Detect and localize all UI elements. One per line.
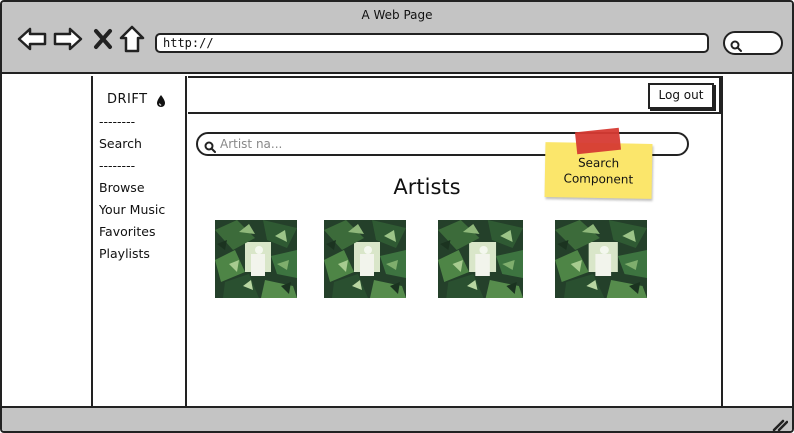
brand-name: DRIFT	[107, 92, 148, 107]
artist-image[interactable]	[215, 220, 297, 298]
page-right-margin	[724, 74, 792, 405]
forward-arrow-icon[interactable]	[51, 22, 85, 56]
resize-grip-icon[interactable]	[772, 416, 789, 431]
window-title: A Web Page	[361, 8, 433, 22]
search-placeholder: Artist na...	[220, 137, 283, 151]
sticky-note-text: Search Component	[545, 154, 653, 188]
sidebar: DRIFT -------- Search -------- Browse Yo…	[91, 76, 187, 407]
top-bar: Log out	[188, 76, 721, 114]
artist-image[interactable]	[555, 220, 647, 298]
sticky-note-line-2: Component	[563, 171, 634, 187]
browser-search-box[interactable]	[723, 31, 783, 55]
sidebar-item-playlists[interactable]: Playlists	[99, 246, 150, 261]
search-icon	[730, 37, 742, 56]
sidebar-divider: --------	[99, 114, 136, 129]
search-icon	[204, 138, 216, 157]
address-bar[interactable]: http://	[155, 33, 709, 53]
browser-window: A Web Page http:// DRIFT -------- Search…	[0, 0, 794, 433]
artist-image[interactable]	[324, 220, 406, 298]
tape-strip	[574, 127, 622, 155]
sidebar-item-your-music[interactable]: Your Music	[99, 202, 165, 217]
main-content: Log out Artist na... Artists	[188, 76, 723, 407]
status-bar	[2, 406, 792, 431]
sidebar-item-favorites[interactable]: Favorites	[99, 224, 155, 239]
logout-button[interactable]: Log out	[648, 83, 714, 109]
browser-toolbar: A Web Page http://	[2, 2, 792, 74]
sidebar-item-search[interactable]: Search	[99, 136, 142, 151]
back-arrow-icon[interactable]	[15, 22, 49, 56]
drop-icon	[156, 93, 166, 112]
sticky-note-line-1: Search	[577, 155, 620, 171]
page-left-margin	[2, 74, 90, 405]
home-icon[interactable]	[115, 22, 149, 56]
artist-image[interactable]	[438, 220, 523, 298]
sidebar-divider: --------	[99, 158, 136, 173]
sidebar-item-browse[interactable]: Browse	[99, 180, 145, 195]
